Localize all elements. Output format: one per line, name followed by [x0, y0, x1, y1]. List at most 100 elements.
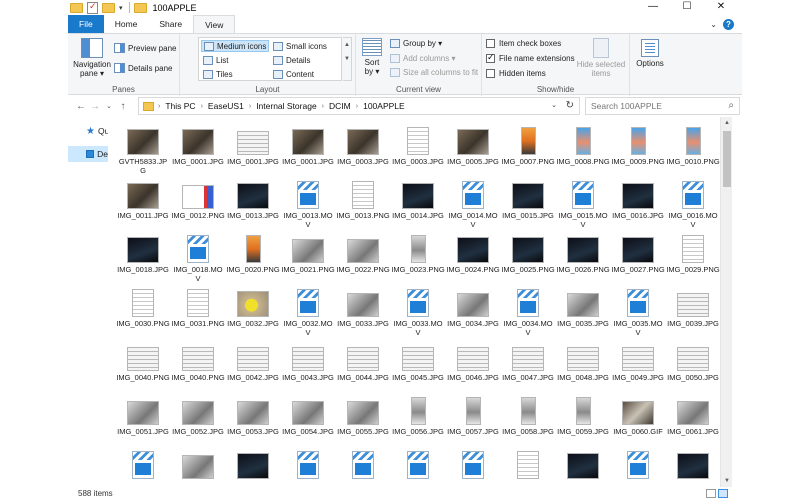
file-item[interactable]: IMG_0026.PNG [556, 231, 610, 285]
file-item[interactable]: IMG_0027.PNG [611, 231, 665, 285]
file-item[interactable]: IMG_0020.PNG [226, 231, 280, 285]
details-view-toggle-icon[interactable] [706, 489, 716, 498]
file-item[interactable]: IMG_0060.GIF [611, 393, 665, 447]
file-item[interactable]: IMG_0052.JPG [171, 393, 225, 447]
scrollbar-thumb[interactable] [723, 131, 731, 187]
file-item[interactable]: IMG_0023.PNG [391, 231, 445, 285]
file-item[interactable]: IMG_0032.JPG [226, 285, 280, 339]
preview-pane-button[interactable]: Preview pane [114, 43, 176, 53]
file-item[interactable] [336, 447, 390, 487]
file-item[interactable] [171, 447, 225, 487]
file-item[interactable]: IMG_0047.JPG [501, 339, 555, 393]
file-item[interactable]: IMG_0001.JPG [281, 123, 335, 177]
file-list-view[interactable]: GVTH5833.JPG IMG_0001.JPG IMG_0001.JPG IMG_… [108, 117, 720, 487]
file-item[interactable]: IMG_0057.JPG [446, 393, 500, 447]
file-item[interactable]: IMG_0050.JPG [666, 339, 720, 393]
maximize-button[interactable]: ☐ [672, 0, 702, 15]
file-item[interactable]: IMG_0016.JPG [611, 177, 665, 231]
file-item[interactable]: IMG_0053.JPG [226, 393, 280, 447]
minimize-button[interactable]: — [638, 0, 668, 15]
details-pane-button[interactable]: Details pane [114, 63, 172, 73]
file-item[interactable]: IMG_0005.JPG [446, 123, 500, 177]
search-box[interactable]: ⌕ [585, 97, 740, 115]
layout-content[interactable]: Content [273, 68, 314, 80]
file-item[interactable]: IMG_0040.PNG [171, 339, 225, 393]
item-check-boxes-checkbox[interactable] [486, 39, 495, 48]
hidden-items-toggle[interactable]: Hidden items [486, 69, 546, 78]
file-item[interactable]: IMG_0056.JPG [391, 393, 445, 447]
file-item[interactable]: IMG_0022.PNG [336, 231, 390, 285]
file-item[interactable]: IMG_0007.PNG [501, 123, 555, 177]
file-item[interactable]: IMG_0048.JPG [556, 339, 610, 393]
file-item[interactable]: IMG_0016.MOV [666, 177, 720, 231]
file-item[interactable] [391, 447, 445, 487]
back-arrow-icon[interactable]: ← [74, 101, 88, 112]
sort-by-button[interactable]: Sort by ▾ [360, 38, 384, 76]
file-item[interactable]: IMG_0008.PNG [556, 123, 610, 177]
file-item[interactable]: IMG_0058.JPG [501, 393, 555, 447]
recent-locations-icon[interactable]: ⌄ [102, 102, 116, 110]
chevron-right-icon[interactable]: › [356, 103, 358, 110]
properties-icon[interactable] [87, 1, 98, 14]
address-bar[interactable]: › This PC › EaseUS1 › Internal Storage ›… [138, 97, 580, 115]
search-icon[interactable]: ⌕ [728, 100, 734, 111]
tab-file[interactable]: File [68, 15, 104, 33]
file-item[interactable]: IMG_0042.JPG [226, 339, 280, 393]
file-item[interactable]: IMG_0025.PNG [501, 231, 555, 285]
file-item[interactable]: IMG_0029.PNG [666, 231, 720, 285]
chevron-right-icon[interactable]: › [322, 103, 324, 110]
file-item[interactable]: IMG_0043.JPG [281, 339, 335, 393]
breadcrumb-dcim[interactable]: DCIM [329, 101, 351, 111]
options-button[interactable]: Options [634, 39, 666, 68]
file-item[interactable]: IMG_0034.MOV [501, 285, 555, 339]
chevron-right-icon[interactable]: › [201, 103, 203, 110]
breadcrumb-100apple[interactable]: 100APPLE [363, 101, 405, 111]
layout-details[interactable]: Details [273, 54, 310, 66]
layout-tiles[interactable]: Tiles [203, 68, 233, 80]
file-item[interactable]: GVTH5833.JPG [116, 123, 170, 177]
file-item[interactable]: IMG_0033.MOV [391, 285, 445, 339]
file-item[interactable]: IMG_0031.PNG [171, 285, 225, 339]
file-item[interactable]: IMG_0001.JPG [226, 123, 280, 177]
file-item[interactable]: IMG_0030.PNG [116, 285, 170, 339]
file-item[interactable]: IMG_0018.JPG [116, 231, 170, 285]
file-item[interactable] [556, 447, 610, 487]
forward-arrow-icon[interactable]: → [88, 101, 102, 112]
large-icons-view-toggle-icon[interactable] [718, 489, 728, 498]
file-item[interactable]: IMG_0021.PNG [281, 231, 335, 285]
file-item[interactable]: IMG_0035.MOV [611, 285, 665, 339]
file-item[interactable]: IMG_0061.JPG [666, 393, 720, 447]
file-item[interactable]: IMG_0033.JPG [336, 285, 390, 339]
group-by-button[interactable]: Group by ▾ [390, 39, 442, 48]
file-item[interactable]: IMG_0049.JPG [611, 339, 665, 393]
file-item[interactable]: IMG_0013.PNG [336, 177, 390, 231]
file-item[interactable]: IMG_0003.JPG [391, 123, 445, 177]
file-item[interactable] [666, 447, 720, 487]
file-item[interactable]: IMG_0018.MOV [171, 231, 225, 285]
tab-home[interactable]: Home [104, 15, 149, 33]
chevron-right-icon[interactable]: › [158, 103, 160, 110]
file-item[interactable]: IMG_0024.PNG [446, 231, 500, 285]
nav-quick-access[interactable]: ★ Qu [68, 123, 108, 139]
item-check-boxes-toggle[interactable]: Item check boxes [486, 39, 561, 48]
add-columns-button[interactable]: Add columns ▾ [390, 54, 455, 63]
file-item[interactable] [226, 447, 280, 487]
chevron-down-icon[interactable]: ⌄ [551, 101, 557, 109]
file-item[interactable]: IMG_0044.JPG [336, 339, 390, 393]
file-item[interactable]: IMG_0003.JPG [336, 123, 390, 177]
tab-view[interactable]: View [193, 15, 236, 33]
layout-list[interactable]: List [203, 54, 228, 66]
scroll-down-icon[interactable]: ▼ [721, 475, 733, 487]
search-input[interactable] [586, 98, 711, 114]
nav-desktop[interactable]: De [68, 146, 108, 162]
hide-selected-items-button[interactable]: Hide selected items [576, 38, 626, 78]
file-item[interactable] [281, 447, 335, 487]
file-item[interactable]: IMG_0013.JPG [226, 177, 280, 231]
file-item[interactable]: IMG_0012.PNG [171, 177, 225, 231]
file-item[interactable]: IMG_0055.JPG [336, 393, 390, 447]
file-item[interactable] [611, 447, 665, 487]
breadcrumb-internal-storage[interactable]: Internal Storage [256, 101, 316, 111]
file-name-extensions-checkbox[interactable] [486, 52, 495, 63]
new-folder-icon[interactable] [102, 2, 115, 13]
file-item[interactable]: IMG_0010.PNG [666, 123, 720, 177]
